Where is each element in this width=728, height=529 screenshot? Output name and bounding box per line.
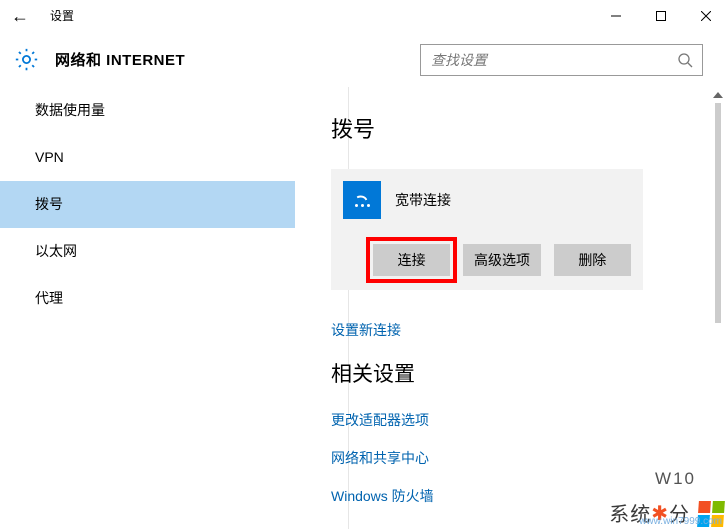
window-title: 设置 — [40, 7, 74, 24]
sidebar-item-ethernet[interactable]: 以太网 — [0, 228, 295, 275]
back-button[interactable]: ← — [0, 0, 40, 32]
window-close[interactable] — [683, 1, 728, 31]
scrollbar[interactable] — [710, 92, 726, 323]
scroll-thumb[interactable] — [715, 103, 721, 323]
watermark-url: www.win7999.com — [639, 516, 722, 527]
dialup-icon — [343, 181, 381, 219]
sidebar-item-data-usage[interactable]: 数据使用量 — [0, 87, 295, 134]
sidebar-item-vpn[interactable]: VPN — [0, 134, 295, 181]
new-connection-link[interactable]: 设置新连接 — [331, 320, 693, 340]
watermark-wif: W10 — [655, 469, 696, 489]
settings-gear-icon — [12, 45, 41, 74]
search-icon[interactable] — [668, 45, 702, 75]
page-title: 网络和 INTERNET — [55, 49, 185, 70]
search-input[interactable] — [421, 52, 668, 68]
sidebar-item-dialup[interactable]: 拨号 — [0, 181, 295, 228]
related-link-adapter[interactable]: 更改适配器选项 — [331, 410, 693, 430]
connection-name: 宽带连接 — [395, 190, 451, 210]
related-link-sharing[interactable]: 网络和共享中心 — [331, 448, 693, 468]
sidebar: 数据使用量 VPN 拨号 以太网 代理 — [0, 87, 296, 529]
connection-card[interactable]: 宽带连接 连接 高级选项 删除 — [331, 169, 643, 290]
sidebar-item-proxy[interactable]: 代理 — [0, 275, 295, 322]
connect-button[interactable]: 连接 — [373, 244, 450, 276]
search-box[interactable] — [420, 44, 703, 76]
advanced-options-button[interactable]: 高级选项 — [463, 244, 540, 276]
related-settings-title: 相关设置 — [331, 358, 693, 388]
delete-button[interactable]: 删除 — [554, 244, 631, 276]
scroll-up-icon[interactable] — [713, 92, 723, 98]
window-maximize[interactable] — [638, 1, 683, 31]
section-title: 拨号 — [331, 112, 693, 144]
window-minimize[interactable] — [593, 1, 638, 31]
